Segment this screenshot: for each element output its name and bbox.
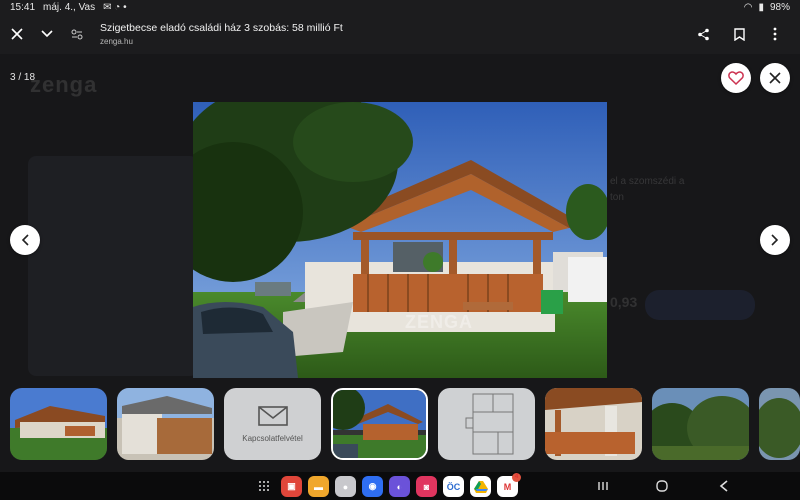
- back-button[interactable]: [713, 476, 735, 496]
- page-meta: Szigetbecse eladó családi ház 3 szobás: …: [100, 22, 343, 46]
- contact-thumbnail[interactable]: Kapcsolatfelvétel: [224, 388, 321, 460]
- gmail-app-icon[interactable]: M 4: [497, 473, 521, 497]
- chevron-right-icon: [771, 234, 779, 246]
- listing-price: 0,93: [610, 294, 638, 310]
- floorplan-thumbnail[interactable]: [438, 388, 535, 460]
- close-icon[interactable]: [2, 19, 32, 49]
- photo-watermark: ZENGA: [405, 312, 473, 332]
- status-bar: 15:41 máj. 4., Vas ✉ ◔ • ◠ ▮ 98%: [0, 0, 800, 14]
- listing-card: [28, 156, 198, 376]
- main-photo[interactable]: ZENGA: [193, 102, 607, 378]
- page-title: Szigetbecse eladó családi ház 3 szobás: …: [100, 21, 343, 34]
- side-text-line: el a szomszédi a: [610, 176, 685, 187]
- otp-app-icon[interactable]: ÖC: [443, 476, 464, 497]
- favorite-button[interactable]: [721, 63, 751, 93]
- page-domain: zenga.hu: [100, 36, 133, 46]
- contact-pill: [645, 290, 755, 320]
- notification-icons: ✉ ◔ •: [103, 1, 127, 13]
- close-icon: [769, 72, 781, 84]
- drive-app-icon[interactable]: [470, 476, 491, 497]
- signal-icon: ▮: [758, 1, 764, 13]
- more-options-icon[interactable]: [760, 19, 790, 49]
- internet-app-icon[interactable]: ◐: [389, 476, 410, 497]
- chevron-down-icon[interactable]: [32, 19, 62, 49]
- heart-icon: [728, 71, 744, 85]
- gallery-app-icon[interactable]: ◙: [416, 476, 437, 497]
- thumbnail-8[interactable]: [759, 388, 800, 460]
- image-counter: 3 / 18: [10, 72, 36, 83]
- chevron-left-icon: [21, 234, 29, 246]
- flipboard-app-icon[interactable]: ▣: [281, 476, 302, 497]
- site-settings-icon[interactable]: [62, 19, 92, 49]
- gmail-badge: 4: [512, 473, 521, 482]
- status-date: máj. 4., Vas: [43, 1, 96, 13]
- recents-button[interactable]: [592, 476, 614, 496]
- envelope-icon: [257, 405, 288, 426]
- battery-level: 98%: [769, 1, 790, 13]
- messages-app-icon[interactable]: ◉: [362, 476, 383, 497]
- side-text-line: ton: [610, 192, 624, 203]
- previous-image-button[interactable]: [10, 225, 40, 255]
- share-icon[interactable]: [688, 19, 718, 49]
- app-dock: ▣ ▬ ● ◉ ◐ ◙ ÖC M 4: [281, 473, 521, 497]
- home-button[interactable]: [651, 476, 673, 496]
- thumbnail-active[interactable]: [331, 388, 428, 460]
- app-drawer-icon[interactable]: [253, 476, 275, 496]
- contact-label: Kapcsolatfelvétel: [242, 433, 303, 443]
- files-app-icon[interactable]: ▬: [308, 476, 329, 497]
- thumbnail-7[interactable]: [652, 388, 749, 460]
- status-time: 15:41: [10, 1, 36, 13]
- bixby-app-icon[interactable]: ●: [335, 476, 356, 497]
- site-logo: zenga: [30, 72, 98, 97]
- close-gallery-button[interactable]: [760, 63, 790, 93]
- thumbnail-6[interactable]: [545, 388, 642, 460]
- bookmark-icon[interactable]: [724, 19, 754, 49]
- browser-toolbar: Szigetbecse eladó családi ház 3 szobás: …: [0, 14, 800, 54]
- thumbnail-strip: Kapcsolatfelvétel: [10, 388, 800, 460]
- wifi-icon: ◠: [743, 1, 753, 13]
- thumbnail-2[interactable]: [117, 388, 214, 460]
- next-image-button[interactable]: [760, 225, 790, 255]
- listing-side-text: el a szomszédi a ton: [610, 174, 780, 206]
- thumbnail-1[interactable]: [10, 388, 107, 460]
